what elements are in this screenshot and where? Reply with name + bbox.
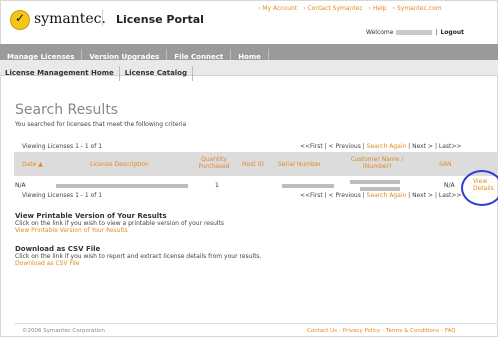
highlight-circle: [461, 170, 498, 206]
col-license-description[interactable]: License Description: [90, 161, 149, 168]
page-description: You searched for licenses that meet the …: [15, 121, 187, 128]
pager-last[interactable]: Last>>: [439, 143, 462, 150]
pager-next[interactable]: Next >: [412, 143, 433, 150]
csv-section: Download as CSV File Click on the link i…: [15, 245, 261, 267]
portal-title: License Portal: [116, 13, 204, 26]
col-quantity-purchased[interactable]: Quantity Purchased: [194, 156, 234, 170]
cell-quantity: 1: [215, 182, 219, 189]
symantec-logo: symantec.: [10, 8, 130, 34]
pager-top: <<First | < Previous | Search Again | Ne…: [300, 143, 462, 150]
pager-bottom: <<First | < Previous | Search Again | Ne…: [300, 192, 462, 199]
viewing-count-top: Viewing Licenses 1 - 1 of 1: [22, 143, 103, 150]
copyright: ©2006 Symantec Corporation: [22, 328, 106, 334]
printable-title: View Printable Version of Your Results: [15, 212, 167, 220]
pager-first-bottom[interactable]: <<First: [300, 192, 323, 199]
pager-next-bottom[interactable]: Next >: [412, 192, 433, 199]
cell-date: N/A: [15, 182, 26, 189]
main-nav: Manage Licenses Version Upgrades File Conn…: [0, 44, 498, 65]
pager-previous[interactable]: < Previous: [329, 143, 361, 150]
footer-contact-us[interactable]: Contact Us: [307, 328, 337, 334]
top-utility-links: › My Account › Contact Symantec › Help ›…: [258, 5, 446, 12]
pager-previous-bottom[interactable]: < Previous: [329, 192, 361, 199]
logout-link[interactable]: Logout: [440, 29, 464, 36]
welcome-bar: Welcome | Logout: [366, 29, 464, 36]
col-serial-number[interactable]: Serial Number: [278, 161, 321, 168]
redacted-customer-number: [360, 187, 400, 191]
printable-text: Click on the link if you wish to view a …: [15, 220, 225, 227]
csv-text: Click on the link if you wish to report …: [15, 253, 262, 260]
col-host-id[interactable]: Host ID: [242, 161, 264, 168]
checkmark-logo-icon: [10, 10, 30, 30]
redacted-username: [396, 30, 433, 35]
help-link[interactable]: › Help: [369, 5, 387, 12]
sub-nav: License Management Home License Catalog: [0, 60, 498, 81]
col-san[interactable]: SAN: [439, 161, 452, 168]
page-title: Search Results: [15, 102, 119, 118]
symantec-com-link[interactable]: › Symantec.com: [393, 5, 442, 12]
contact-symantec-link[interactable]: › Contact Symantec: [303, 5, 363, 12]
brand-name: symantec.: [34, 11, 106, 27]
footer-terms[interactable]: Terms & Conditions: [386, 328, 439, 334]
printable-link[interactable]: View Printable Version of Your Results: [15, 227, 224, 234]
footer-links: Contact Us · Privacy Policy · Terms & Condit…: [307, 328, 456, 334]
pager-last-bottom[interactable]: Last>>: [439, 192, 462, 199]
footer-faq[interactable]: FAQ: [445, 328, 456, 334]
printable-section: View Printable Version of Your Results C…: [15, 212, 224, 234]
redacted-serial-number: [282, 184, 334, 188]
subnav-license-catalog[interactable]: License Catalog: [120, 66, 194, 81]
footer-privacy-policy[interactable]: Privacy Policy: [343, 328, 380, 334]
csv-link[interactable]: Download as CSV File: [15, 260, 261, 267]
table-row: N/A 1 N/A: [14, 180, 498, 192]
table-header: Date ▲ License Description Quantity Purc…: [14, 152, 498, 176]
header-divider: [102, 10, 103, 26]
cell-san: N/A: [444, 182, 455, 189]
pager-first[interactable]: <<First: [300, 143, 323, 150]
subnav-license-management-home[interactable]: License Management Home: [0, 66, 120, 81]
csv-title: Download as CSV File: [15, 245, 101, 253]
search-again-link-bottom[interactable]: Search Again: [367, 192, 407, 199]
footer-divider: [14, 323, 498, 324]
col-date[interactable]: Date ▲: [22, 161, 43, 168]
redacted-customer-name: [350, 180, 400, 184]
welcome-text: Welcome: [366, 29, 394, 36]
col-customer-name[interactable]: Customer Name / (Number): [348, 156, 406, 170]
my-account-link[interactable]: › My Account: [258, 5, 297, 12]
search-again-link[interactable]: Search Again: [367, 143, 407, 150]
viewing-count-bottom: Viewing Licenses 1 - 1 of 1: [22, 192, 103, 199]
redacted-license-description: [56, 184, 188, 188]
